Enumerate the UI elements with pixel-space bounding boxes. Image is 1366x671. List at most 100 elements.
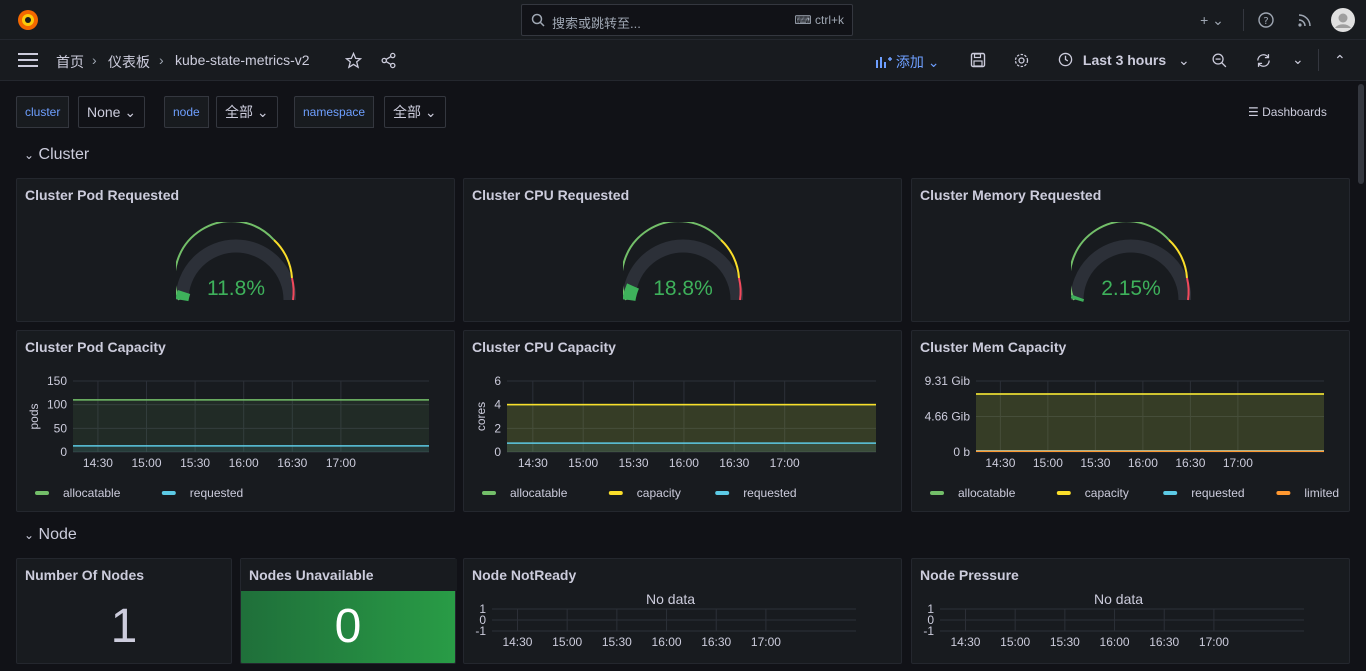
help-icon[interactable]: ?	[1258, 12, 1274, 28]
x-tick-label: 17:00	[326, 456, 356, 470]
y-tick-label: 0 b	[953, 445, 970, 459]
panel-number-of-nodes[interactable]: Number Of Nodes 1	[16, 558, 232, 664]
series-area-requested	[73, 445, 429, 452]
legend-swatch-allocatable	[930, 491, 944, 495]
x-tick-label: 16:30	[277, 456, 307, 470]
legend-label-capacity: capacity	[1085, 486, 1129, 500]
save-icon[interactable]	[970, 52, 986, 68]
x-tick-label: 16:00	[669, 456, 699, 470]
y-tick-label: 100	[47, 398, 67, 412]
panel-nodes-unavailable[interactable]: Nodes Unavailable 0	[240, 558, 457, 664]
add-label: 添加	[895, 54, 924, 70]
x-tick-label: 15:00	[552, 635, 582, 649]
x-tick-label: 14:30	[985, 456, 1015, 470]
panel-cluster-memory-requested[interactable]: Cluster Memory Requested 2.15%	[911, 178, 1350, 322]
breadcrumb-home[interactable]: 首页	[56, 52, 84, 72]
legend-swatch-requested	[715, 491, 730, 495]
dashboards-link[interactable]: ☰ Dashboards	[1248, 105, 1327, 119]
search-input[interactable]: 搜索或跳转至... ⌨ ctrl+k	[521, 4, 853, 36]
series-area-requested	[507, 443, 876, 452]
panel-cluster-mem-capacity[interactable]: Cluster Mem Capacity 9.31 Gib 4.66 Gib 0 b…	[911, 330, 1350, 512]
panel-cluster-pod-capacity[interactable]: Cluster Pod Capacity 150 100 50 0 14:30 15:00…	[16, 330, 455, 512]
grafana-logo-icon[interactable]	[16, 8, 40, 32]
x-tick-label: 15:00	[1033, 456, 1063, 470]
y-tick-label: 4.66 Gib	[925, 410, 971, 424]
variable-select-cluster[interactable]: None ⌄	[78, 96, 146, 128]
variable-select-node[interactable]: 全部 ⌄	[216, 96, 278, 128]
panel-title: Cluster Memory Requested	[920, 187, 1102, 203]
list-icon: ☰	[1248, 105, 1259, 119]
row-header-cluster[interactable]: ⌄ Cluster	[24, 146, 89, 164]
refresh-interval-chevron-icon[interactable]: ⌄	[1292, 51, 1304, 68]
star-icon[interactable]	[345, 52, 362, 69]
time-picker[interactable]: Last 3 hours ⌄	[1058, 52, 1190, 69]
rss-icon[interactable]	[1297, 12, 1313, 28]
gauge-value: 11.8%	[207, 277, 265, 300]
breadcrumb-separator: ›	[92, 52, 97, 68]
scrollbar[interactable]	[1358, 84, 1364, 184]
y-axis-label: pods	[27, 403, 41, 429]
plus-icon[interactable]: + ⌄	[1197, 10, 1227, 30]
y-tick-label: 6	[494, 374, 501, 388]
chevron-down-icon: ⌄	[24, 148, 35, 162]
panel-cluster-pod-requested[interactable]: Cluster Pod Requested 11.8%	[16, 178, 455, 322]
y-tick-label: 4	[494, 398, 501, 412]
y-tick-label: 150	[47, 374, 67, 388]
panel-node-notready[interactable]: Node NotReady No data 1 0 -1 14:30 15:00 15:3…	[463, 558, 902, 664]
panel-title: Nodes Unavailable	[249, 567, 374, 583]
avatar[interactable]	[1331, 8, 1355, 32]
panel-cluster-cpu-requested[interactable]: Cluster CPU Requested 18.8%	[463, 178, 902, 322]
x-tick-label: 16:30	[1175, 456, 1205, 470]
x-tick-label: 16:30	[719, 456, 749, 470]
legend-label-limited: limited	[1304, 486, 1339, 500]
series-area-capacity	[976, 394, 1324, 452]
zoom-out-icon[interactable]	[1211, 52, 1228, 69]
search-shortcut: ⌨ ctrl+k	[794, 13, 844, 27]
panel-node-pressure[interactable]: Node Pressure No data 1 0 -1 14:30 15:00 15:3…	[911, 558, 1350, 664]
legend-label-allocatable: allocatable	[510, 486, 568, 500]
legend-swatch-requested	[161, 491, 176, 495]
series-area-allocatable	[73, 399, 429, 452]
legend-label-requested: requested	[1191, 486, 1244, 500]
refresh-icon[interactable]	[1255, 52, 1272, 69]
x-tick-label: 16:00	[1100, 635, 1130, 649]
timeseries-chart: 6 4 2 0 14:30 15:00 15:30 16:00 16:30 17:00 cores a…	[474, 374, 876, 500]
variable-select-namespace[interactable]: 全部 ⌄	[384, 96, 446, 128]
divider	[1243, 9, 1244, 31]
x-tick-label: 17:00	[770, 456, 800, 470]
y-tick-label: 0	[60, 445, 67, 459]
legend-swatch-capacity	[608, 491, 623, 495]
x-tick-label: 16:30	[701, 635, 731, 649]
search-placeholder: 搜索或跳转至...	[552, 16, 641, 31]
clock-icon	[1058, 52, 1073, 67]
panel-cluster-cpu-capacity[interactable]: Cluster CPU Capacity 6 4 2 0 14:30 15:00 15:30…	[463, 330, 902, 512]
y-tick-label: -1	[923, 624, 934, 638]
x-tick-label: 17:00	[1199, 635, 1229, 649]
panel-title: Cluster Pod Requested	[25, 187, 180, 203]
menu-icon[interactable]	[18, 52, 38, 68]
legend-label-allocatable: allocatable	[63, 486, 121, 500]
stat-value: 1	[110, 600, 138, 653]
legend-label-requested: requested	[190, 486, 243, 500]
legend-swatch-requested	[1163, 491, 1178, 495]
settings-icon[interactable]	[1013, 52, 1030, 69]
add-panel-icon	[876, 57, 892, 68]
collapse-chevron-up-icon[interactable]: ⌃	[1334, 52, 1346, 69]
chevron-down-icon: ⌄	[1178, 52, 1190, 68]
chevron-down-icon: ⌄	[24, 528, 35, 542]
share-icon[interactable]	[380, 52, 397, 69]
variable-label-node: node	[164, 96, 209, 128]
x-tick-label: 14:30	[950, 635, 980, 649]
add-button[interactable]: 添加 ⌄	[876, 52, 940, 72]
row-header-node[interactable]: ⌄ Node	[24, 526, 77, 544]
x-tick-label: 15:30	[180, 456, 210, 470]
timeseries-chart: 150 100 50 0 14:30 15:00 15:30 16:00 16:30 17:00 p…	[27, 374, 429, 500]
breadcrumb-dashboards[interactable]: 仪表板	[108, 52, 150, 72]
variable-label-cluster: cluster	[16, 96, 70, 128]
x-tick-label: 15:30	[619, 456, 649, 470]
x-tick-label: 15:00	[1000, 635, 1030, 649]
y-tick-label: -1	[475, 624, 486, 638]
gauge-value: 18.8%	[653, 277, 713, 300]
x-tick-label: 14:30	[518, 456, 548, 470]
x-tick-label: 15:30	[602, 635, 632, 649]
